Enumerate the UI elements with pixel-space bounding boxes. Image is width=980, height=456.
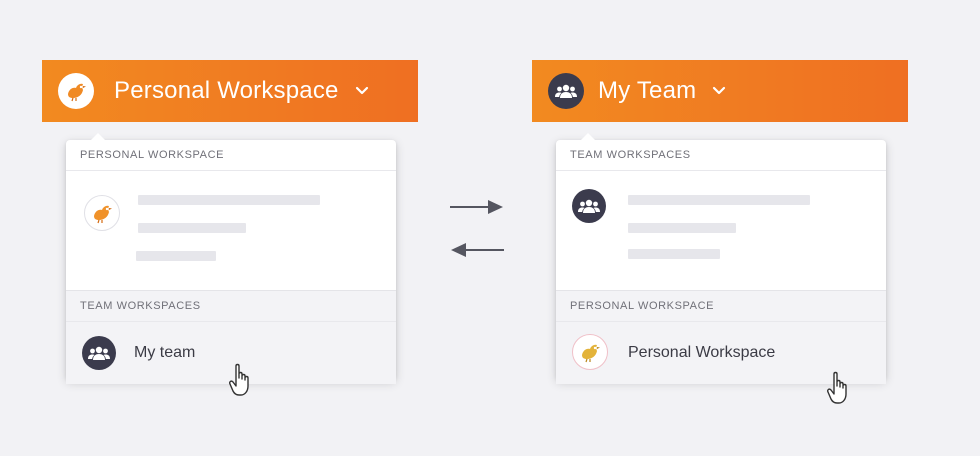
section-label-current: PERSONAL WORKSPACE xyxy=(66,140,396,171)
bird-icon xyxy=(58,73,94,109)
hand-cursor-icon xyxy=(827,371,847,404)
current-workspace-card xyxy=(556,171,886,290)
dropdown-caret xyxy=(580,133,596,141)
placeholder-line xyxy=(628,195,810,205)
team-icon xyxy=(572,189,606,223)
current-workspace-card xyxy=(66,171,396,290)
workspace-option-label: Personal Workspace xyxy=(628,344,776,361)
section-label-current: TEAM WORKSPACES xyxy=(556,140,886,171)
section-label-switch: TEAM WORKSPACES xyxy=(66,290,396,322)
arrow-left-icon xyxy=(451,243,504,257)
bird-icon xyxy=(84,195,120,231)
arrow-right-icon xyxy=(450,200,503,214)
workspace-switcher-header-personal[interactable]: Personal Workspace xyxy=(42,60,418,122)
placeholder-line xyxy=(136,251,216,261)
workspace-title: Personal Workspace xyxy=(114,77,339,104)
workspace-switcher-header-team[interactable]: My Team xyxy=(532,60,908,122)
placeholder-line xyxy=(628,223,736,233)
chevron-down-icon[interactable] xyxy=(712,86,726,96)
hand-cursor-icon xyxy=(229,363,249,396)
placeholder-line xyxy=(628,249,720,259)
section-label-switch: PERSONAL WORKSPACE xyxy=(556,290,886,322)
team-icon xyxy=(82,336,116,370)
workspace-dropdown-personal: PERSONAL WORKSPACE TEAM WORKSPACES My te… xyxy=(66,133,396,384)
team-icon xyxy=(548,73,584,109)
chevron-down-icon[interactable] xyxy=(355,86,369,96)
workspace-title: My Team xyxy=(598,77,697,104)
placeholder-line xyxy=(138,223,246,233)
placeholder-line xyxy=(138,195,320,205)
workspace-dropdown-team: TEAM WORKSPACES PERSONAL WORKSPACE Perso… xyxy=(556,133,886,384)
bird-icon xyxy=(572,334,608,370)
workspace-option-label: My team xyxy=(134,344,196,361)
dropdown-caret xyxy=(90,133,106,141)
